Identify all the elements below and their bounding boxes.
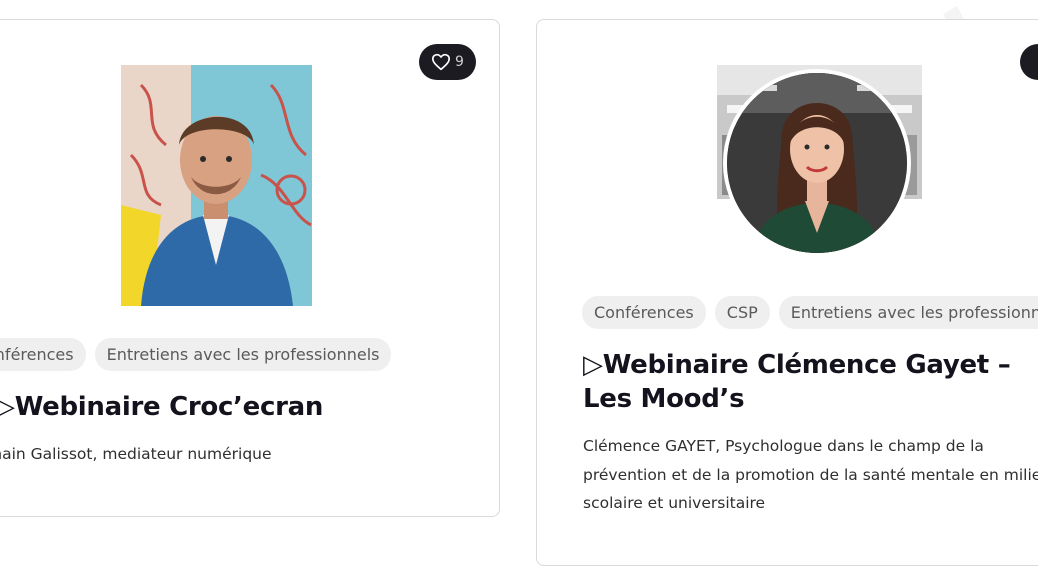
article-description: main Galissot, mediateur numérique: [0, 445, 272, 463]
tag-conferences[interactable]: onférences: [0, 338, 86, 371]
tag-conferences[interactable]: Conférences: [582, 296, 706, 329]
like-button[interactable]: 9: [419, 44, 476, 80]
speaker-photo: [723, 69, 911, 257]
tag-list: onférences Entretiens avec les professio…: [0, 338, 392, 371]
article-card[interactable]: 9 onférences Entretiens avec les profess…: [0, 19, 500, 517]
heart-icon: [432, 53, 451, 71]
article-title[interactable]: ▷Webinaire Clémence Gayet – Les Mood’s: [583, 348, 1023, 416]
article-card[interactable]: Conférences CSP Entretiens avec les prof…: [536, 19, 1038, 566]
like-count: 9: [455, 54, 464, 70]
tag-csp[interactable]: CSP: [714, 296, 770, 329]
tag-entretiens[interactable]: Entretiens avec les professionnels: [94, 338, 392, 371]
tag-list: Conférences CSP Entretiens avec les prof…: [582, 296, 1038, 329]
speaker-photo: [121, 65, 312, 306]
tag-entretiens[interactable]: Entretiens avec les professionnels: [778, 296, 1038, 329]
like-button[interactable]: [1020, 44, 1038, 80]
article-title[interactable]: ▷Webinaire Croc’ecran: [0, 390, 475, 424]
article-description: Clémence GAYET, Psychologue dans le cham…: [583, 437, 1038, 512]
